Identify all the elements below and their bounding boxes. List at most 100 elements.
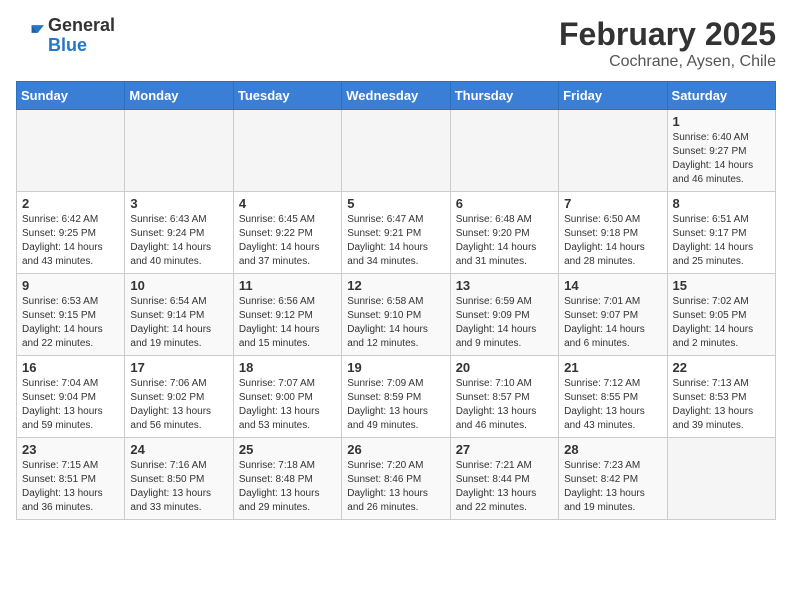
day-info: Sunrise: 6:50 AM Sunset: 9:18 PM Dayligh…	[564, 213, 661, 269]
day-info: Sunrise: 7:02 AM Sunset: 9:05 PM Dayligh…	[673, 295, 770, 351]
day-number: 5	[347, 196, 444, 211]
calendar-cell: 10 Sunrise: 6:54 AM Sunset: 9:14 PM Dayli…	[125, 274, 233, 356]
calendar-cell: 25 Sunrise: 7:18 AM Sunset: 8:48 PM Dayli…	[233, 438, 341, 520]
weekday-header-wednesday: Wednesday	[342, 82, 450, 110]
day-number: 17	[130, 360, 227, 375]
day-number: 4	[239, 196, 336, 211]
day-info: Sunrise: 7:18 AM Sunset: 8:48 PM Dayligh…	[239, 459, 336, 515]
calendar-cell: 5 Sunrise: 6:47 AM Sunset: 9:21 PM Daylig…	[342, 192, 450, 274]
day-info: Sunrise: 6:54 AM Sunset: 9:14 PM Dayligh…	[130, 295, 227, 351]
calendar-cell: 16 Sunrise: 7:04 AM Sunset: 9:04 PM Dayli…	[17, 356, 125, 438]
logo-blue-text: Blue	[48, 35, 87, 55]
calendar-cell: 24Sunrise: 7:16 AM Sunset: 8:50 PM Dayli…	[125, 438, 233, 520]
calendar-cell: 15 Sunrise: 7:02 AM Sunset: 9:05 PM Dayli…	[667, 274, 775, 356]
day-info: Sunrise: 6:40 AM Sunset: 9:27 PM Dayligh…	[673, 131, 770, 187]
calendar-cell: 27 Sunrise: 7:21 AM Sunset: 8:44 PM Dayli…	[450, 438, 558, 520]
day-info: Sunrise: 7:15 AM Sunset: 8:51 PM Dayligh…	[22, 459, 119, 515]
calendar-cell: 19 Sunrise: 7:09 AM Sunset: 8:59 PM Dayli…	[342, 356, 450, 438]
day-info: Sunrise: 7:23 AM Sunset: 8:42 PM Dayligh…	[564, 459, 661, 515]
day-info: Sunrise: 6:48 AM Sunset: 9:20 PM Dayligh…	[456, 213, 553, 269]
weekday-header-sunday: Sunday	[17, 82, 125, 110]
day-info: Sunrise: 7:09 AM Sunset: 8:59 PM Dayligh…	[347, 377, 444, 433]
day-number: 6	[456, 196, 553, 211]
calendar-cell: 22 Sunrise: 7:13 AM Sunset: 8:53 PM Dayli…	[667, 356, 775, 438]
day-info: Sunrise: 6:51 AM Sunset: 9:17 PM Dayligh…	[673, 213, 770, 269]
day-number: 20	[456, 360, 553, 375]
day-info: Sunrise: 6:42 AM Sunset: 9:25 PM Dayligh…	[22, 213, 119, 269]
day-info: Sunrise: 6:43 AM Sunset: 9:24 PM Dayligh…	[130, 213, 227, 269]
calendar-cell: 28Sunrise: 7:23 AM Sunset: 8:42 PM Dayli…	[559, 438, 667, 520]
calendar-cell: 11 Sunrise: 6:56 AM Sunset: 9:12 PM Dayli…	[233, 274, 341, 356]
day-number: 16	[22, 360, 119, 375]
weekday-header-saturday: Saturday	[667, 82, 775, 110]
calendar-cell: 21Sunrise: 7:12 AM Sunset: 8:55 PM Dayli…	[559, 356, 667, 438]
day-number: 2	[22, 196, 119, 211]
logo: General Blue	[16, 16, 115, 56]
calendar-cell: 2 Sunrise: 6:42 AM Sunset: 9:25 PM Daylig…	[17, 192, 125, 274]
day-number: 14	[564, 278, 661, 293]
day-info: Sunrise: 7:21 AM Sunset: 8:44 PM Dayligh…	[456, 459, 553, 515]
calendar-cell: 4Sunrise: 6:45 AM Sunset: 9:22 PM Daylig…	[233, 192, 341, 274]
day-number: 24	[130, 442, 227, 457]
page-header: General Blue February 2025 Cochrane, Ays…	[16, 16, 776, 71]
day-info: Sunrise: 7:04 AM Sunset: 9:04 PM Dayligh…	[22, 377, 119, 433]
calendar-subtitle: Cochrane, Aysen, Chile	[559, 53, 776, 71]
calendar-week-row: 23 Sunrise: 7:15 AM Sunset: 8:51 PM Dayli…	[17, 438, 776, 520]
day-number: 25	[239, 442, 336, 457]
day-number: 12	[347, 278, 444, 293]
calendar-cell: 12 Sunrise: 6:58 AM Sunset: 9:10 PM Dayli…	[342, 274, 450, 356]
calendar-week-row: 16 Sunrise: 7:04 AM Sunset: 9:04 PM Dayli…	[17, 356, 776, 438]
day-info: Sunrise: 7:13 AM Sunset: 8:53 PM Dayligh…	[673, 377, 770, 433]
day-info: Sunrise: 7:01 AM Sunset: 9:07 PM Dayligh…	[564, 295, 661, 351]
day-number: 18	[239, 360, 336, 375]
day-number: 1	[673, 114, 770, 129]
day-info: Sunrise: 6:47 AM Sunset: 9:21 PM Dayligh…	[347, 213, 444, 269]
calendar-cell	[559, 110, 667, 192]
day-info: Sunrise: 7:12 AM Sunset: 8:55 PM Dayligh…	[564, 377, 661, 433]
day-number: 10	[130, 278, 227, 293]
day-info: Sunrise: 6:53 AM Sunset: 9:15 PM Dayligh…	[22, 295, 119, 351]
calendar-cell: 1 Sunrise: 6:40 AM Sunset: 9:27 PM Daylig…	[667, 110, 775, 192]
calendar-title: February 2025	[559, 16, 776, 53]
calendar-cell	[125, 110, 233, 192]
weekday-header-friday: Friday	[559, 82, 667, 110]
day-number: 22	[673, 360, 770, 375]
calendar-cell: 23 Sunrise: 7:15 AM Sunset: 8:51 PM Dayli…	[17, 438, 125, 520]
title-block: February 2025 Cochrane, Aysen, Chile	[559, 16, 776, 71]
day-number: 15	[673, 278, 770, 293]
calendar-week-row: 1 Sunrise: 6:40 AM Sunset: 9:27 PM Daylig…	[17, 110, 776, 192]
calendar-cell	[17, 110, 125, 192]
calendar-cell: 26Sunrise: 7:20 AM Sunset: 8:46 PM Dayli…	[342, 438, 450, 520]
day-info: Sunrise: 6:59 AM Sunset: 9:09 PM Dayligh…	[456, 295, 553, 351]
weekday-header-thursday: Thursday	[450, 82, 558, 110]
calendar-cell: 13 Sunrise: 6:59 AM Sunset: 9:09 PM Dayli…	[450, 274, 558, 356]
calendar-cell: 14 Sunrise: 7:01 AM Sunset: 9:07 PM Dayli…	[559, 274, 667, 356]
calendar-cell	[342, 110, 450, 192]
calendar-cell: 17 Sunrise: 7:06 AM Sunset: 9:02 PM Dayli…	[125, 356, 233, 438]
day-info: Sunrise: 7:06 AM Sunset: 9:02 PM Dayligh…	[130, 377, 227, 433]
weekday-header-monday: Monday	[125, 82, 233, 110]
calendar-cell: 6 Sunrise: 6:48 AM Sunset: 9:20 PM Daylig…	[450, 192, 558, 274]
calendar-week-row: 2 Sunrise: 6:42 AM Sunset: 9:25 PM Daylig…	[17, 192, 776, 274]
day-info: Sunrise: 7:07 AM Sunset: 9:00 PM Dayligh…	[239, 377, 336, 433]
calendar-cell: 20 Sunrise: 7:10 AM Sunset: 8:57 PM Dayli…	[450, 356, 558, 438]
day-info: Sunrise: 6:56 AM Sunset: 9:12 PM Dayligh…	[239, 295, 336, 351]
day-number: 13	[456, 278, 553, 293]
day-number: 27	[456, 442, 553, 457]
day-info: Sunrise: 7:10 AM Sunset: 8:57 PM Dayligh…	[456, 377, 553, 433]
day-number: 11	[239, 278, 336, 293]
calendar-cell	[450, 110, 558, 192]
day-number: 23	[22, 442, 119, 457]
weekday-header-row: SundayMondayTuesdayWednesdayThursdayFrid…	[17, 82, 776, 110]
calendar-cell: 7 Sunrise: 6:50 AM Sunset: 9:18 PM Daylig…	[559, 192, 667, 274]
logo-general-text: General	[48, 15, 115, 35]
day-info: Sunrise: 7:20 AM Sunset: 8:46 PM Dayligh…	[347, 459, 444, 515]
day-info: Sunrise: 6:58 AM Sunset: 9:10 PM Dayligh…	[347, 295, 444, 351]
calendar-cell: 9 Sunrise: 6:53 AM Sunset: 9:15 PM Daylig…	[17, 274, 125, 356]
calendar-cell: 18 Sunrise: 7:07 AM Sunset: 9:00 PM Dayli…	[233, 356, 341, 438]
day-number: 7	[564, 196, 661, 211]
logo-icon	[16, 22, 44, 50]
calendar-cell: 3Sunrise: 6:43 AM Sunset: 9:24 PM Daylig…	[125, 192, 233, 274]
day-number: 19	[347, 360, 444, 375]
day-number: 9	[22, 278, 119, 293]
